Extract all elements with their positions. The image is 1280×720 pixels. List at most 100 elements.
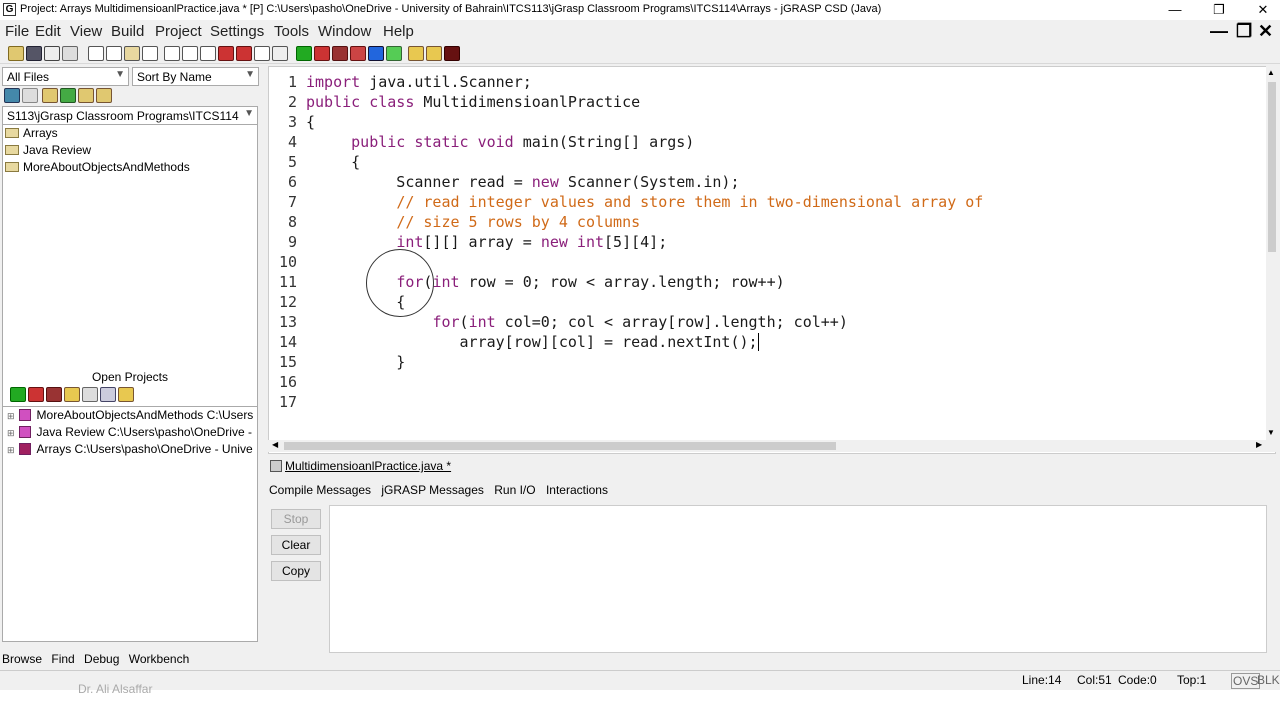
- tab-interactions[interactable]: Interactions: [546, 483, 608, 497]
- editor-vertical-scrollbar[interactable]: ▲ ▼: [1266, 66, 1278, 440]
- forward-icon[interactable]: [22, 88, 38, 103]
- java-file-icon: [270, 460, 282, 472]
- copy-button[interactable]: Copy: [271, 561, 321, 581]
- step-icon[interactable]: [64, 387, 80, 402]
- minimize-icon[interactable]: —: [1160, 2, 1190, 17]
- cut-icon[interactable]: [88, 46, 104, 61]
- scroll-right-icon[interactable]: ▶: [1256, 440, 1262, 449]
- check-icon[interactable]: [118, 387, 134, 402]
- workbench-icon[interactable]: [386, 46, 402, 61]
- file-filter-combo[interactable]: All Files ▼: [2, 67, 129, 86]
- scroll-thumb[interactable]: [1268, 82, 1276, 252]
- refresh-icon[interactable]: [60, 88, 76, 103]
- paste-icon[interactable]: [124, 46, 140, 61]
- menu-file[interactable]: File: [5, 23, 29, 40]
- path-combo[interactable]: S113\jGrasp Classroom Programs\ITCS114 ▼: [2, 106, 258, 125]
- ovs-indicator: OVS: [1231, 673, 1261, 689]
- list-item[interactable]: Arrays: [5, 126, 58, 143]
- expand-icon[interactable]: ⊞: [7, 411, 15, 421]
- new-file-icon[interactable]: [200, 46, 216, 61]
- restore-icon[interactable]: ❐: [1204, 2, 1234, 18]
- close-icon[interactable]: ✕: [1248, 2, 1278, 18]
- up-folder-icon[interactable]: [42, 88, 58, 103]
- tab-jgrasp-messages[interactable]: jGRASP Messages: [381, 483, 484, 497]
- project-icon: [18, 443, 31, 455]
- scroll-up-icon[interactable]: ▲: [1267, 68, 1275, 77]
- generate-csd-icon[interactable]: [44, 46, 60, 61]
- file-filter-value: All Files: [7, 70, 50, 84]
- tab-debug[interactable]: Debug: [84, 652, 119, 666]
- list-item[interactable]: ⊞ Java Review C:\Users\pasho\OneDrive -: [7, 425, 252, 442]
- scroll-thumb[interactable]: [284, 442, 836, 450]
- stop-button[interactable]: Stop: [271, 509, 321, 529]
- menu-edit[interactable]: Edit: [35, 23, 61, 40]
- menu-settings[interactable]: Settings: [210, 23, 264, 40]
- list-item[interactable]: ⊞ MoreAboutObjectsAndMethods C:\Users: [7, 408, 253, 425]
- source-code[interactable]: import java.util.Scanner; public class M…: [306, 72, 983, 412]
- list-item[interactable]: ⊞ Arrays C:\Users\pasho\OneDrive - Unive: [7, 442, 253, 459]
- editor-horizontal-scrollbar[interactable]: ◀ ▶: [268, 440, 1276, 452]
- back-icon[interactable]: [4, 88, 20, 103]
- step-icon[interactable]: [350, 46, 366, 61]
- project-list: ⊞ MoreAboutObjectsAndMethods C:\Users ⊞ Ja…: [2, 406, 258, 642]
- copy-icon[interactable]: [106, 46, 122, 61]
- tab-workbench[interactable]: Workbench: [129, 652, 189, 666]
- jar-icon[interactable]: [100, 387, 116, 402]
- tab-multidimensioanlpractice[interactable]: MultidimensioanlPractice.java *: [266, 456, 455, 476]
- debug-icon[interactable]: [332, 46, 348, 61]
- menu-project[interactable]: Project: [155, 23, 202, 40]
- working-folder-icon[interactable]: [96, 88, 112, 103]
- expand-icon[interactable]: ⊞: [7, 445, 15, 455]
- run-icon[interactable]: [314, 46, 330, 61]
- line-numbers: 1 2 3 4 5 6 7 8 9 10 11 12 13 14 15 16 17: [278, 73, 297, 411]
- undo-icon[interactable]: [142, 46, 158, 61]
- jgrasp-app-icon: G: [3, 3, 16, 16]
- title-bar: G Project: Arrays MultidimensioanlPracti…: [0, 0, 1280, 20]
- chevron-down-icon: ▼: [115, 69, 125, 80]
- notes-icon[interactable]: [444, 46, 460, 61]
- bookmark-icon[interactable]: [236, 46, 252, 61]
- mdi-close-icon[interactable]: ✕: [1258, 21, 1273, 42]
- tab-run-io[interactable]: Run I/O: [494, 483, 535, 497]
- sort-combo[interactable]: Sort By Name ▼: [132, 67, 259, 86]
- menu-help[interactable]: Help: [383, 23, 414, 40]
- menu-window[interactable]: Window: [318, 23, 371, 40]
- open-folder-icon[interactable]: [8, 46, 24, 61]
- menu-tools[interactable]: Tools: [274, 23, 309, 40]
- home-folder-icon[interactable]: [78, 88, 94, 103]
- messages-output[interactable]: [329, 505, 1267, 653]
- tab-browse[interactable]: Browse: [2, 652, 42, 666]
- remove-csd-icon[interactable]: [62, 46, 78, 61]
- list-item[interactable]: Java Review: [5, 143, 91, 160]
- check-icon[interactable]: [408, 46, 424, 61]
- breakpoint-icon[interactable]: [218, 46, 234, 61]
- tab-find[interactable]: Find: [51, 652, 74, 666]
- menu-view[interactable]: View: [70, 23, 102, 40]
- mdi-restore-icon[interactable]: ❐: [1236, 21, 1252, 42]
- project-icon: [18, 409, 31, 421]
- mouse-cursor-highlight: [366, 249, 434, 317]
- save-icon[interactable]: [26, 46, 42, 61]
- mail-icon[interactable]: [426, 46, 442, 61]
- scroll-left-icon[interactable]: ◀: [272, 440, 278, 449]
- message-tabs: Compile Messages jGRASP Messages Run I/O…: [266, 483, 612, 503]
- mdi-minimize-icon[interactable]: —: [1210, 21, 1228, 42]
- book-icon[interactable]: [82, 387, 98, 402]
- scroll-down-icon[interactable]: ▼: [1267, 428, 1275, 437]
- tab-compile-messages[interactable]: Compile Messages: [269, 483, 371, 497]
- list-item[interactable]: MoreAboutObjectsAndMethods: [5, 160, 190, 177]
- compile-icon[interactable]: [10, 387, 26, 402]
- format-icon[interactable]: [254, 46, 270, 61]
- canvas-icon[interactable]: [368, 46, 384, 61]
- expand-icon[interactable]: ⊞: [7, 428, 15, 438]
- status-bar: Line:14 Col:51 Code:0 Top:1 OVS BLK: [0, 670, 1280, 690]
- clear-button[interactable]: Clear: [271, 535, 321, 555]
- find-icon[interactable]: [164, 46, 180, 61]
- menu-build[interactable]: Build: [111, 23, 144, 40]
- chevron-down-icon: ▼: [244, 108, 254, 119]
- run-icon[interactable]: [28, 387, 44, 402]
- debug-icon[interactable]: [46, 387, 62, 402]
- book-icon[interactable]: [272, 46, 288, 61]
- compile-icon[interactable]: [296, 46, 312, 61]
- document-icon[interactable]: [182, 46, 198, 61]
